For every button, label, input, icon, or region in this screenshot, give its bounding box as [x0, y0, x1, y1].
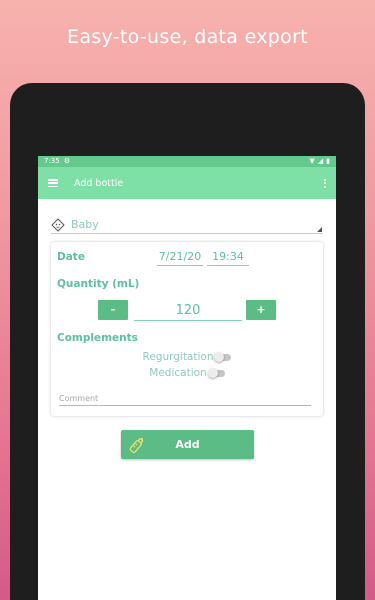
bottle-form-card: Date 7/21/20 19:34 Quantity (mL) - 120 +…	[51, 242, 323, 416]
date-label: Date	[57, 251, 85, 263]
menu-icon[interactable]	[48, 179, 58, 187]
quantity-input[interactable]: 120	[134, 300, 242, 321]
app-bar-title: Add bottle	[74, 177, 124, 189]
medication-switch[interactable]	[207, 367, 225, 378]
medication-toggle-row[interactable]: Medication	[51, 366, 323, 380]
add-button-label: Add	[175, 438, 200, 451]
increase-quantity-button[interactable]: +	[246, 300, 276, 320]
app-screen: 7:35 ⚙ ▼ ◢ ▮ Add bottle Baby Date 7/21/2…	[38, 156, 336, 600]
comment-input[interactable]: Comment	[59, 392, 311, 406]
baby-bottle-icon	[129, 437, 144, 454]
complements-label: Complements	[57, 332, 138, 344]
dropdown-caret-icon	[317, 227, 322, 232]
regurgitation-switch[interactable]	[214, 351, 232, 362]
add-button[interactable]: Add	[121, 430, 254, 459]
baby-selector-value: Baby	[71, 218, 99, 231]
regurgitation-label: Regurgitation	[142, 351, 214, 363]
regurgitation-toggle-row[interactable]: Regurgitation	[51, 350, 323, 364]
battery-icon: ▮	[326, 157, 330, 165]
wifi-icon: ▼	[309, 157, 315, 165]
status-time: 7:35	[44, 157, 60, 165]
promo-headline: Easy-to-use, data export	[67, 26, 308, 48]
baby-selector[interactable]: Baby	[51, 216, 323, 234]
baby-face-icon	[51, 217, 65, 232]
time-field[interactable]: 19:34	[207, 248, 249, 266]
quantity-label: Quantity (mL)	[57, 278, 140, 290]
signal-icon: ◢	[317, 157, 324, 165]
status-bar: 7:35 ⚙ ▼ ◢ ▮	[38, 156, 336, 167]
decrease-quantity-button[interactable]: -	[98, 300, 128, 320]
settings-icon: ⚙	[63, 157, 71, 165]
medication-label: Medication	[149, 367, 207, 379]
app-bar: Add bottle	[38, 167, 336, 199]
date-field[interactable]: 7/21/20	[157, 248, 203, 266]
more-options-icon[interactable]	[324, 178, 326, 188]
